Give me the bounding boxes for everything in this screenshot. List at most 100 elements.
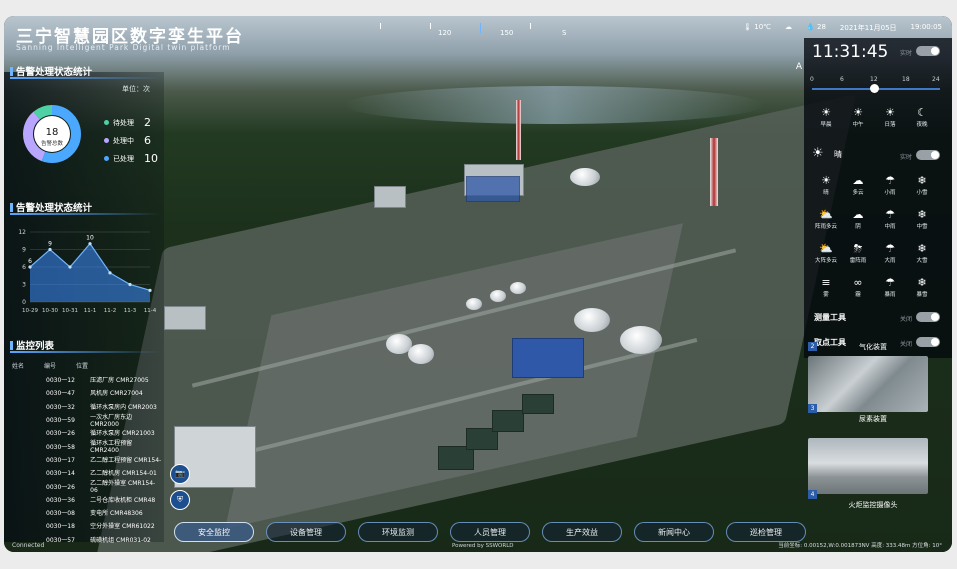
night-button[interactable]: ☾ 夜晚 [906, 106, 938, 128]
bottom-nav: 安全监控 设备管理 环境监测 人员管理 生产效益 新闻中心 巡检管理 [174, 522, 806, 542]
weather-icon: ⛅ [819, 242, 833, 255]
row-location: 循环水泵房内 CMR2003 [90, 403, 157, 411]
table-row[interactable]: 0030一59 一次水厂房东边 CMR2000 [12, 413, 162, 428]
compass-tick [430, 23, 431, 29]
weather-icon: ❄ [917, 242, 927, 255]
weather-option-label: 雾 [823, 292, 829, 298]
sun-icon: ☀ [812, 146, 824, 161]
sunset-icon: ☀ [885, 106, 895, 119]
row-id: 0030一47 [46, 390, 75, 398]
weather-option[interactable]: ⛅ 阵雨多云 [810, 208, 842, 230]
weather-option-label: 雷阵雨 [849, 258, 867, 264]
data-point[interactable] [108, 271, 112, 275]
tank [466, 298, 482, 310]
weather-option[interactable]: ❄ 小雪 [906, 174, 938, 196]
weather-icon: ≡ [821, 276, 831, 289]
measure-off-label: 关闭 [900, 316, 913, 323]
weather-icon: ☁ [852, 208, 864, 221]
x-tick-label: 10-31 [62, 308, 78, 314]
slider-tick: 6 [840, 76, 844, 83]
table-row[interactable]: 0030一12 压滤厂房 CMR27005 [12, 373, 162, 386]
nav-safety-monitoring[interactable]: 安全监控 [174, 522, 254, 542]
data-label: 9 [48, 241, 52, 248]
x-tick-label: 10-30 [42, 308, 58, 314]
weather-option-label: 暴雪 [916, 292, 928, 298]
y-tick-label: 3 [22, 282, 26, 289]
table-row[interactable]: 0030一58 循环水工程预留 CMR2400 [12, 439, 162, 454]
weather-icon: ⛈ [853, 242, 863, 255]
weather-option[interactable]: ☂ 小雨 [874, 174, 906, 196]
nav-environment[interactable]: 环境监测 [358, 522, 438, 542]
data-point[interactable] [68, 265, 72, 269]
building-dark [492, 410, 524, 432]
data-point[interactable] [28, 265, 32, 269]
legend-done: 已处理 10 [104, 152, 158, 165]
data-point[interactable] [148, 288, 152, 292]
shield-icon[interactable]: ⛨ [170, 490, 190, 510]
app-subtitle: Sanning Intelligent Park Digital twin pl… [16, 43, 231, 52]
weather-icon: ☁ [852, 174, 864, 187]
weather-option[interactable]: ☁ 多云 [842, 174, 874, 196]
nav-production[interactable]: 生产效益 [542, 522, 622, 542]
row-location: 一次水厂房东边 CMR2000 [90, 413, 133, 428]
data-point[interactable] [128, 282, 132, 287]
weather-option[interactable]: ❄ 暴雪 [906, 276, 938, 298]
weather-option[interactable]: ☀ 晴 [810, 174, 842, 196]
data-point[interactable] [48, 247, 52, 252]
row-location: 硫磺机组 CMR031-02 [90, 536, 151, 544]
weather-icon: ☂ [885, 276, 895, 289]
weather-option[interactable]: ⛈ 雷阵雨 [842, 242, 874, 264]
sun-icon: ☀ [853, 106, 863, 119]
table-row[interactable]: 0030一08 变电所 CMR48306 [12, 506, 162, 519]
x-tick-label: 11-2 [104, 308, 116, 314]
x-tick-label: 11-3 [124, 308, 137, 314]
arrow-label: A [795, 62, 802, 72]
date: 2021年11月05日 [839, 24, 897, 32]
monitor-table: 姓名 编号 位置 0030一12 压滤厂房 CMR27005 0030一47 风机房 … [12, 361, 162, 546]
compass[interactable]: 120 150 S [376, 23, 576, 39]
y-tick-label: 6 [22, 264, 26, 271]
weather-option-label: 大雪 [916, 258, 928, 264]
weather-option[interactable]: ☂ 中雨 [874, 208, 906, 230]
row-location: 乙二醇机房 CMR154-01 [90, 470, 157, 478]
table-row[interactable]: 0030一26 乙二醇外操室 CMR154-06 [12, 479, 162, 494]
camera-icon[interactable]: 📷 [170, 464, 190, 484]
row-id: 0030一32 [46, 403, 75, 411]
chimney [710, 138, 718, 206]
table-row[interactable]: 0030一18 空分外操室 CMR61022 [12, 519, 162, 532]
weather-option[interactable]: ☂ 大雨 [874, 242, 906, 264]
realtime-toggle[interactable] [916, 46, 940, 56]
weather-option[interactable]: ⛅ 大阵多云 [810, 242, 842, 264]
sunset-button[interactable]: ☀ 日落 [874, 106, 906, 128]
weather-option[interactable]: ≡ 雾 [810, 276, 842, 298]
weather-option[interactable]: ∞ 霾 [842, 276, 874, 298]
tank [490, 290, 506, 302]
measure-tool-toggle[interactable] [916, 312, 940, 322]
weather-option-label: 阴 [855, 224, 861, 230]
nav-inspection[interactable]: 巡检管理 [726, 522, 806, 542]
nav-news[interactable]: 新闻中心 [634, 522, 714, 542]
nav-equipment[interactable]: 设备管理 [266, 522, 346, 542]
table-row[interactable]: 0030一47 风机房 CMR27004 [12, 386, 162, 399]
x-tick-label: 11-4 [144, 308, 157, 314]
weather-realtime-toggle[interactable] [916, 150, 940, 160]
data-point[interactable] [88, 242, 92, 246]
weather-option[interactable]: ❄ 大雪 [906, 242, 938, 264]
realtime-label: 实时 [900, 50, 913, 57]
table-row[interactable]: 0030一36 二号仓库收机柜 CMR48 [12, 493, 162, 506]
title-underline [10, 351, 160, 353]
weather-option[interactable]: ☂ 暴雨 [874, 276, 906, 298]
row-id: 0030一18 [46, 523, 75, 531]
row-location: 变电所 CMR48306 [90, 510, 143, 518]
time-slider-knob[interactable] [870, 84, 879, 93]
alarm-total: 18 [46, 127, 59, 138]
weather-option[interactable]: ☁ 阴 [842, 208, 874, 230]
y-tick-label: 0 [22, 299, 26, 306]
row-location: 循环水泵房 CMR21003 [90, 430, 155, 438]
table-row[interactable]: 0030一17 乙二醇工程预留 CMR154- [12, 453, 162, 466]
weather-option[interactable]: ❄ 中雪 [906, 208, 938, 230]
noon-button[interactable]: ☀ 中午 [842, 106, 874, 128]
weather-option-label: 小雪 [916, 190, 928, 196]
nav-personnel[interactable]: 人员管理 [450, 522, 530, 542]
morning-button[interactable]: ☀ 早晨 [810, 106, 842, 128]
